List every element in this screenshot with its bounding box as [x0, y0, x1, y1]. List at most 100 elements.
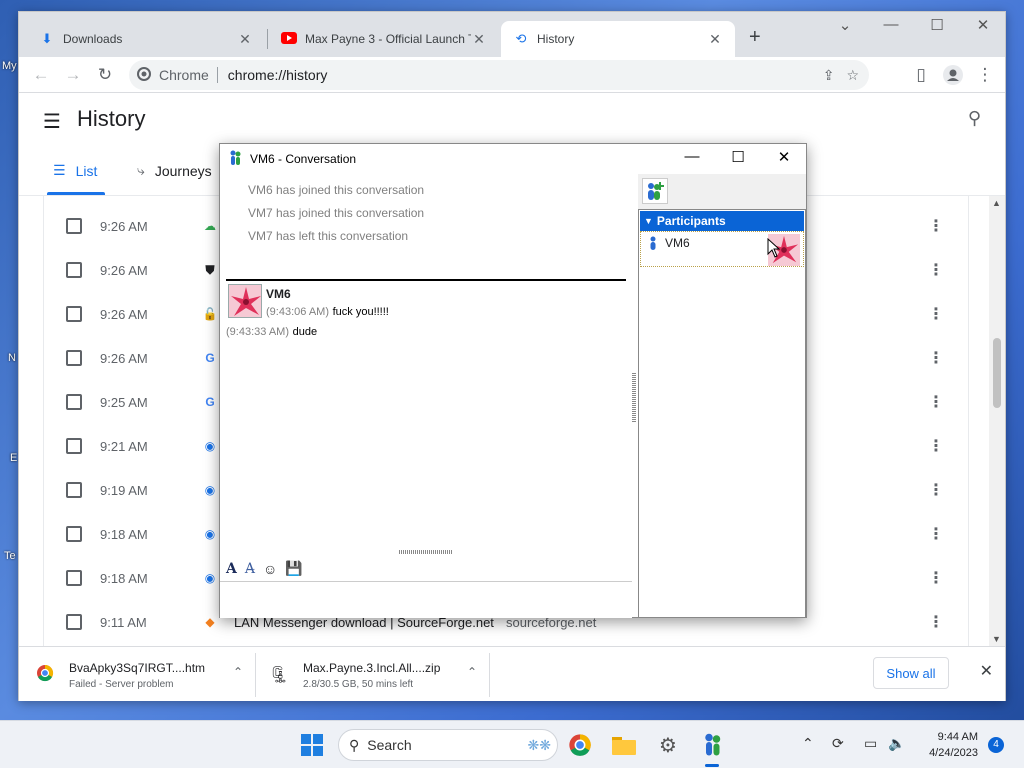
row-menu-kebab-icon[interactable]: ⋮: [928, 392, 944, 412]
journeys-icon: ⤷: [137, 162, 145, 178]
show-all-button[interactable]: Show all: [873, 657, 949, 689]
row-menu-kebab-icon[interactable]: ⋮: [928, 568, 944, 588]
emoticon-icon[interactable]: ☺: [263, 561, 277, 577]
row-checkbox[interactable]: [66, 394, 82, 410]
google-icon: G: [205, 395, 215, 409]
clock-time: 9:44 AM: [937, 731, 978, 743]
clock-date: 4/24/2023: [929, 747, 978, 759]
download-item[interactable]: BvaApky3Sq7IRGT....htm Failed - Server p…: [31, 653, 253, 697]
taskbar-search[interactable]: ⚲ Search ❋❋: [338, 729, 558, 761]
start-button[interactable]: [296, 729, 328, 761]
network-icon[interactable]: ▭: [864, 735, 877, 752]
search-highlight-icon: ❋❋: [527, 736, 551, 753]
message-timestamp: (9:43:33 AM): [226, 326, 289, 338]
red-lock-icon: 🔓: [202, 307, 218, 321]
font-icon[interactable]: A: [226, 561, 237, 577]
message-log[interactable]: VM6 has joined this conversation VM7 has…: [220, 174, 638, 549]
row-menu-kebab-icon[interactable]: ⋮: [928, 436, 944, 456]
row-checkbox[interactable]: [66, 526, 82, 542]
tab-journeys-label: Journeys: [154, 162, 212, 179]
reload-button[interactable]: ↻: [93, 63, 117, 87]
sender-avatar: [228, 284, 262, 318]
participants-header[interactable]: ▼ Participants: [640, 211, 804, 231]
chevron-up-icon[interactable]: ⌃: [467, 665, 477, 679]
row-menu-kebab-icon[interactable]: ⋮: [928, 612, 944, 632]
row-checkbox[interactable]: [66, 438, 82, 454]
font-color-icon[interactable]: A̶: [245, 561, 255, 577]
tab-journeys[interactable]: ⤷ Journeys: [137, 162, 212, 179]
row-menu-kebab-icon[interactable]: ⋮: [928, 260, 944, 280]
row-checkbox[interactable]: [66, 482, 82, 498]
download-item[interactable]: 🗜 Max.Payne.3.Incl.All....zip 2.8/30.5 G…: [265, 653, 487, 697]
close-download-bar-button[interactable]: ✕: [980, 661, 993, 681]
close-button[interactable]: ✕: [764, 148, 804, 166]
tab-youtube[interactable]: Max Payne 3 - Official Launch Tr ✕: [269, 21, 499, 57]
row-checkbox[interactable]: [66, 350, 82, 366]
row-time: 9:21 AM: [100, 438, 148, 454]
add-contact-button[interactable]: [642, 178, 668, 204]
close-icon[interactable]: ✕: [471, 31, 487, 48]
tab-search-chevron-icon[interactable]: ⌄: [825, 16, 865, 34]
shield-icon: ⛊: [205, 263, 215, 277]
settings-gear-icon[interactable]: ⚙: [652, 729, 684, 761]
tab-list[interactable]: ☰ List: [53, 162, 97, 179]
vertical-splitter[interactable]: [632, 372, 636, 422]
minimize-button[interactable]: —: [871, 16, 911, 33]
system-message: VM7 has joined this conversation: [248, 206, 425, 220]
address-bar[interactable]: Chrome chrome://history ⇪ ☆: [129, 60, 869, 90]
new-tab-button[interactable]: +: [749, 26, 761, 49]
history-scrollbar[interactable]: ▲ ▼: [989, 196, 1005, 646]
chrome-taskbar-icon[interactable]: [564, 729, 596, 761]
row-checkbox[interactable]: [66, 218, 82, 234]
chevron-up-icon[interactable]: ⌃: [233, 665, 243, 679]
forward-button[interactable]: →: [61, 63, 85, 87]
maximize-button[interactable]: ☐: [718, 148, 758, 166]
lan-messenger-taskbar-icon[interactable]: [696, 729, 728, 761]
row-menu-kebab-icon[interactable]: ⋮: [928, 480, 944, 500]
chevron-up-icon[interactable]: ⌃: [802, 735, 814, 752]
menu-kebab-icon[interactable]: ⋮: [973, 63, 997, 87]
tab-downloads[interactable]: ⬇ Downloads ✕: [27, 21, 265, 57]
conversation-titlebar[interactable]: VM6 - Conversation — ☐ ✕: [220, 144, 806, 174]
profile-avatar-icon[interactable]: [941, 63, 965, 87]
row-menu-kebab-icon[interactable]: ⋮: [928, 304, 944, 324]
message-input[interactable]: [220, 584, 632, 618]
desktop-label-2: N: [8, 352, 16, 364]
bookmark-star-icon[interactable]: ☆: [846, 67, 859, 84]
sender-name: VM6: [266, 287, 291, 301]
close-icon[interactable]: ✕: [707, 31, 723, 48]
row-checkbox[interactable]: [66, 262, 82, 278]
download-status: Failed - Server problem: [69, 678, 174, 690]
user-status-icon: [649, 236, 657, 253]
file-explorer-icon[interactable]: [608, 729, 640, 761]
row-menu-kebab-icon[interactable]: ⋮: [928, 216, 944, 236]
omnibox-url[interactable]: chrome://history: [228, 67, 328, 83]
volume-icon[interactable]: 🔈: [888, 735, 905, 752]
share-icon[interactable]: ⇪: [823, 67, 835, 84]
row-checkbox[interactable]: [66, 570, 82, 586]
sync-icon[interactable]: ⟳: [832, 735, 844, 752]
taskbar-clock[interactable]: 9:44 AM 4/24/2023: [918, 729, 978, 761]
horizontal-splitter[interactable]: [398, 550, 452, 554]
side-panel-icon[interactable]: ▯: [909, 63, 933, 87]
hamburger-menu-icon[interactable]: ☰: [43, 109, 61, 134]
close-window-button[interactable]: ✕: [963, 16, 1003, 34]
maximize-button[interactable]: ☐: [917, 16, 957, 34]
back-button[interactable]: ←: [29, 63, 53, 87]
row-checkbox[interactable]: [66, 306, 82, 322]
row-time: 9:26 AM: [100, 306, 148, 322]
globe-icon: ◉: [204, 527, 216, 541]
tab-history[interactable]: ⟲ History ✕: [501, 21, 735, 57]
download-bar: BvaApky3Sq7IRGT....htm Failed - Server p…: [19, 646, 1005, 701]
save-icon[interactable]: 💾: [285, 560, 302, 577]
close-icon[interactable]: ✕: [237, 31, 253, 48]
row-menu-kebab-icon[interactable]: ⋮: [928, 524, 944, 544]
search-icon[interactable]: ⚲: [968, 108, 981, 129]
participants-label: Participants: [656, 214, 726, 228]
conversation-window: VM6 - Conversation — ☐ ✕ VM6 has joined …: [219, 143, 807, 618]
row-checkbox[interactable]: [66, 614, 82, 630]
google-icon: G: [205, 351, 215, 365]
row-menu-kebab-icon[interactable]: ⋮: [928, 348, 944, 368]
minimize-button[interactable]: —: [672, 148, 712, 165]
notification-badge[interactable]: 4: [988, 737, 1004, 753]
